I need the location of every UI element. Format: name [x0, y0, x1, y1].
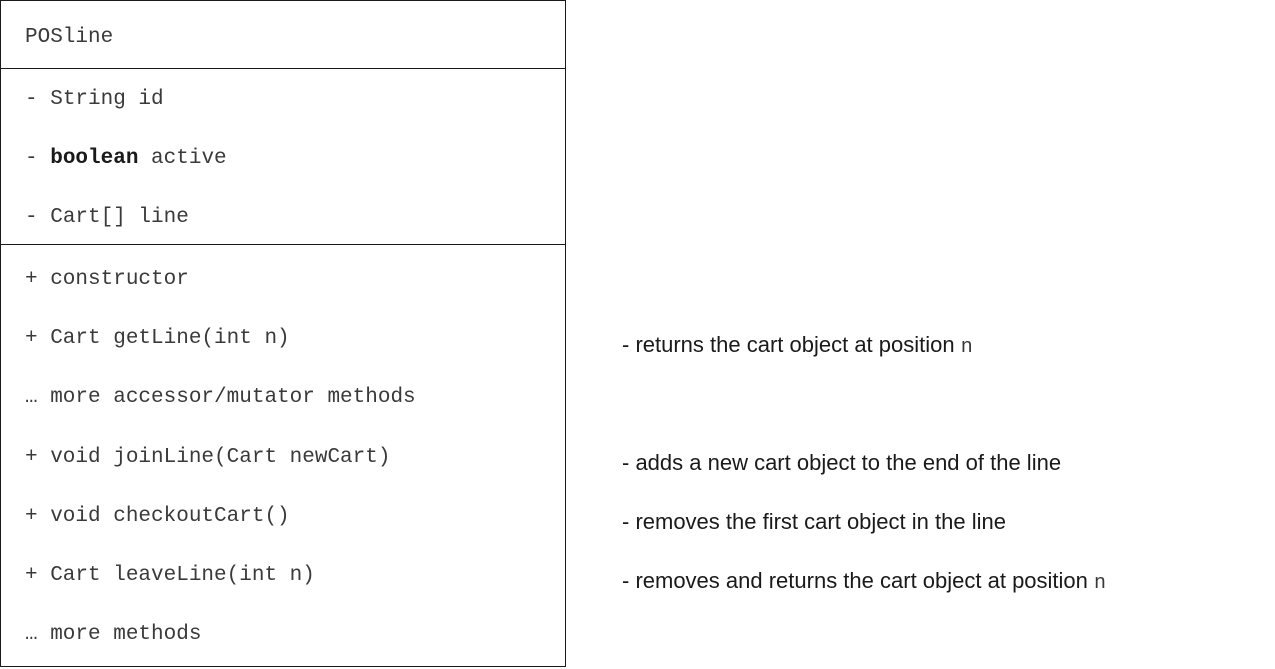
uml-class-box: POSline - String id - boolean active - C…: [0, 0, 566, 667]
method-constructor: + constructor: [25, 268, 189, 291]
class-name: POSline: [25, 26, 114, 49]
boolean-keyword: boolean: [50, 147, 139, 170]
method-getline: + Cart getLine(int n): [25, 327, 290, 350]
method-leaveline: + Cart leaveLine(int n): [25, 564, 315, 587]
attribute-active: - boolean active: [25, 147, 227, 170]
attribute-id: - String id: [25, 88, 164, 111]
note-getline: - returns the cart object at position n: [622, 332, 973, 359]
method-more-accessors: … more accessor/mutator methods: [25, 386, 416, 409]
note-checkoutcart: - removes the first cart object in the l…: [622, 509, 1006, 534]
attribute-line: - Cart[] line: [25, 206, 189, 229]
method-joinline: + void joinLine(Cart newCart): [25, 446, 391, 469]
methods-section: + constructor + Cart getLine(int n) … mo…: [1, 244, 565, 666]
note-joinline: - adds a new cart object to the end of t…: [622, 450, 1062, 475]
attributes-section: - String id - boolean active - Cart[] li…: [1, 68, 565, 245]
class-name-section: POSline: [1, 1, 565, 69]
note-leaveline: - removes and returns the cart object at…: [622, 568, 1107, 595]
method-checkoutcart: + void checkoutCart(): [25, 505, 290, 528]
method-more-methods: … more methods: [25, 623, 202, 646]
